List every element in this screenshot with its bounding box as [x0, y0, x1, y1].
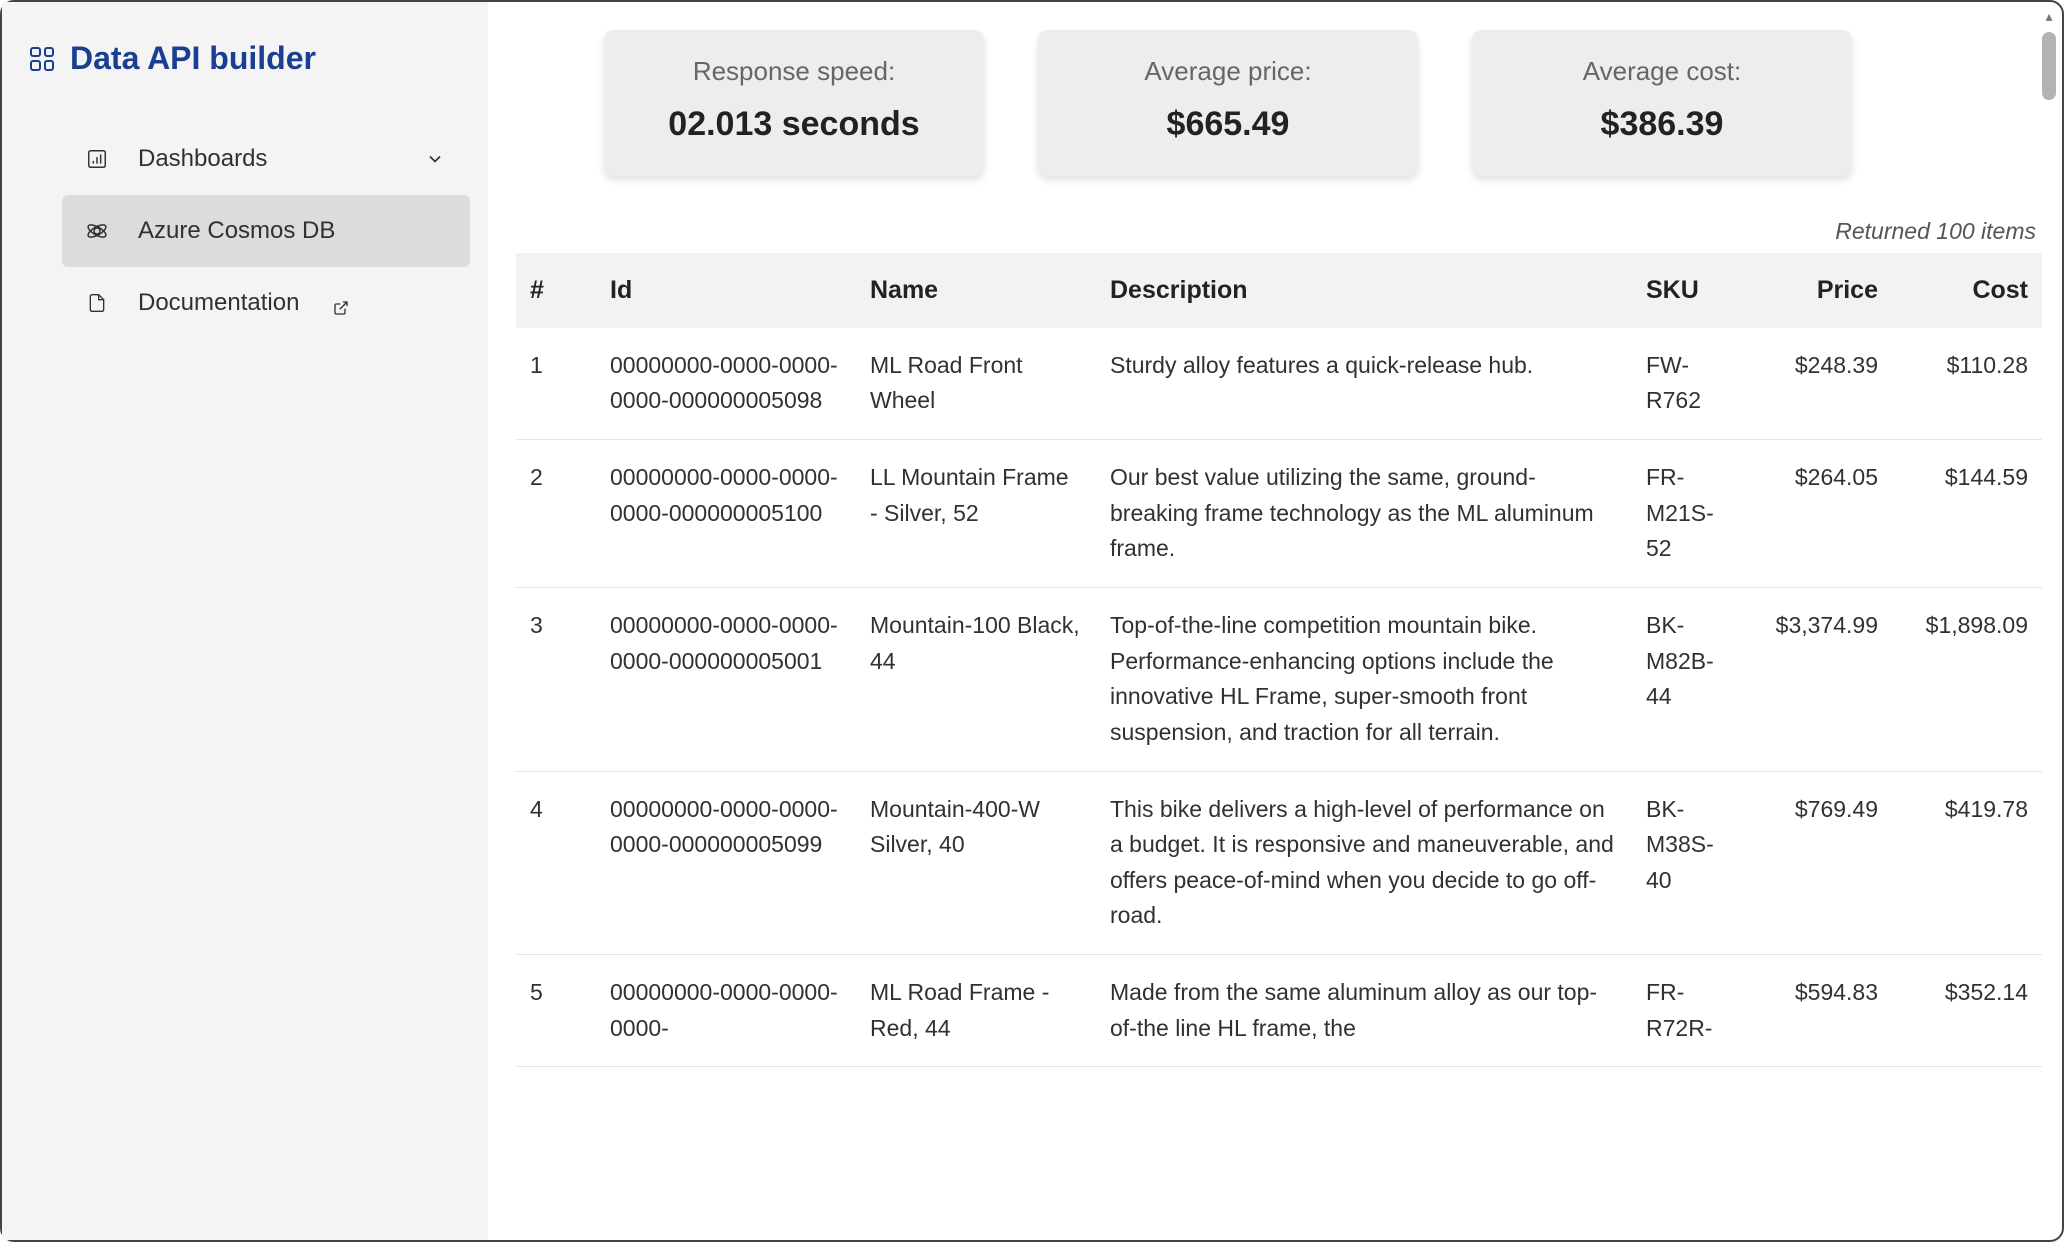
cell-description: Top-of-the-line competition mountain bik… [1096, 587, 1632, 771]
cosmos-icon [84, 218, 110, 244]
cell-description: Our best value utilizing the same, groun… [1096, 440, 1632, 588]
sidebar: Data API builder Dashboards [2, 2, 488, 1240]
sidebar-item-azure-cosmos-db[interactable]: Azure Cosmos DB [62, 195, 470, 267]
app-grid-icon [30, 47, 54, 71]
scroll-up-icon[interactable]: ▴ [2040, 8, 2058, 26]
card-value: $665.49 [1070, 105, 1386, 144]
card-label: Response speed: [636, 56, 952, 87]
table-row[interactable]: 100000000-0000-0000-0000-000000005098ML … [516, 328, 2042, 440]
card-label: Average price: [1070, 56, 1386, 87]
cell-price: $264.05 [1742, 440, 1892, 588]
cell-sku: BK-M38S-40 [1632, 771, 1742, 955]
document-icon [84, 290, 110, 316]
returned-count: Returned 100 items [516, 218, 2042, 253]
card-value: 02.013 seconds [636, 105, 952, 144]
cell-name: LL Mountain Frame - Silver, 52 [856, 440, 1096, 588]
th-num[interactable]: # [516, 253, 596, 328]
cell-cost: $419.78 [1892, 771, 2042, 955]
sidebar-item-label: Dashboards [138, 145, 267, 173]
cell-cost: $144.59 [1892, 440, 2042, 588]
metric-cards: Response speed: 02.013 seconds Average p… [516, 30, 2042, 176]
dashboard-icon [84, 146, 110, 172]
th-name[interactable]: Name [856, 253, 1096, 328]
cell-price: $594.83 [1742, 955, 1892, 1067]
scroll-thumb[interactable] [2042, 32, 2056, 100]
table-row[interactable]: 200000000-0000-0000-0000-000000005100LL … [516, 440, 2042, 588]
table-row[interactable]: 300000000-0000-0000-0000-000000005001Mou… [516, 587, 2042, 771]
cell-num: 3 [516, 587, 596, 771]
cell-sku: FR-R72R- [1632, 955, 1742, 1067]
card-average-cost: Average cost: $386.39 [1472, 30, 1852, 176]
main-content: Response speed: 02.013 seconds Average p… [488, 2, 2062, 1240]
cell-cost: $352.14 [1892, 955, 2042, 1067]
cell-num: 5 [516, 955, 596, 1067]
sidebar-header: Data API builder [2, 26, 488, 123]
table-row[interactable]: 500000000-0000-0000-0000-ML Road Frame -… [516, 955, 2042, 1067]
card-average-price: Average price: $665.49 [1038, 30, 1418, 176]
cell-id: 00000000-0000-0000-0000-000000005100 [596, 440, 856, 588]
cell-price: $3,374.99 [1742, 587, 1892, 771]
cell-cost: $1,898.09 [1892, 587, 2042, 771]
cell-description: This bike delivers a high-level of perfo… [1096, 771, 1632, 955]
cell-price: $769.49 [1742, 771, 1892, 955]
external-link-icon [333, 295, 349, 311]
card-label: Average cost: [1504, 56, 1820, 87]
chevron-down-icon [422, 146, 448, 172]
cell-num: 2 [516, 440, 596, 588]
cell-name: Mountain-400-W Silver, 40 [856, 771, 1096, 955]
cell-num: 1 [516, 328, 596, 440]
results-table: # Id Name Description SKU Price Cost 100… [516, 253, 2042, 1067]
cell-price: $248.39 [1742, 328, 1892, 440]
th-cost[interactable]: Cost [1892, 253, 2042, 328]
cell-sku: BK-M82B-44 [1632, 587, 1742, 771]
sidebar-item-dashboards[interactable]: Dashboards [62, 123, 470, 195]
sidebar-item-label: Azure Cosmos DB [138, 217, 335, 245]
th-id[interactable]: Id [596, 253, 856, 328]
sidebar-item-documentation[interactable]: Documentation [62, 267, 470, 339]
cell-description: Made from the same aluminum alloy as our… [1096, 955, 1632, 1067]
cell-sku: FR-M21S-52 [1632, 440, 1742, 588]
cell-id: 00000000-0000-0000-0000-000000005099 [596, 771, 856, 955]
cell-id: 00000000-0000-0000-0000-000000005001 [596, 587, 856, 771]
card-value: $386.39 [1504, 105, 1820, 144]
scrollbar[interactable]: ▴ [2038, 4, 2060, 1238]
th-sku[interactable]: SKU [1632, 253, 1742, 328]
th-description[interactable]: Description [1096, 253, 1632, 328]
app-title: Data API builder [70, 40, 316, 77]
cell-num: 4 [516, 771, 596, 955]
card-response-speed: Response speed: 02.013 seconds [604, 30, 984, 176]
cell-name: ML Road Front Wheel [856, 328, 1096, 440]
sidebar-nav: Dashboards Azure Cosmos DB [2, 123, 488, 339]
table-header-row: # Id Name Description SKU Price Cost [516, 253, 2042, 328]
cell-description: Sturdy alloy features a quick-release hu… [1096, 328, 1632, 440]
th-price[interactable]: Price [1742, 253, 1892, 328]
table-row[interactable]: 400000000-0000-0000-0000-000000005099Mou… [516, 771, 2042, 955]
cell-id: 00000000-0000-0000-0000- [596, 955, 856, 1067]
cell-cost: $110.28 [1892, 328, 2042, 440]
sidebar-item-label: Documentation [138, 289, 299, 317]
cell-name: ML Road Frame - Red, 44 [856, 955, 1096, 1067]
cell-sku: FW-R762 [1632, 328, 1742, 440]
cell-name: Mountain-100 Black, 44 [856, 587, 1096, 771]
cell-id: 00000000-0000-0000-0000-000000005098 [596, 328, 856, 440]
